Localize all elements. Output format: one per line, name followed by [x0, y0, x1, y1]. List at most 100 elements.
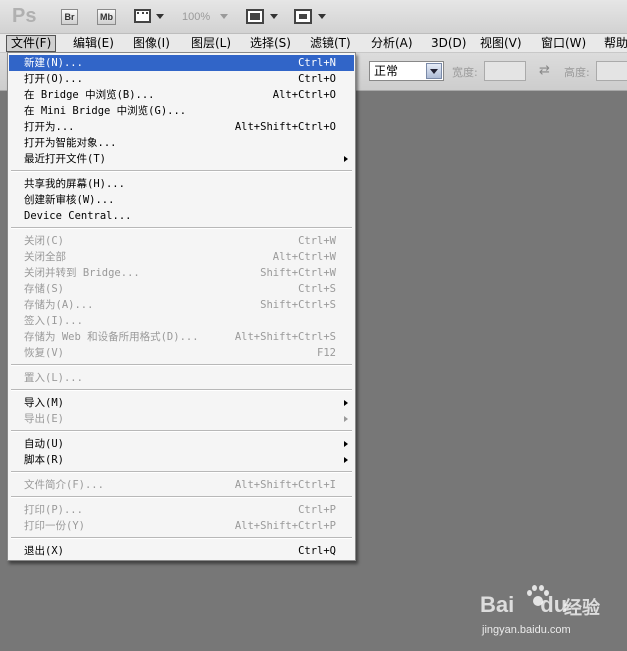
menu-item-label: 文件简介(F)...: [24, 479, 104, 491]
menu-item-save-for-web[interactable]: 存储为 Web 和设备所用格式(D)... Alt+Shift+Ctrl+S: [9, 329, 354, 345]
view-extras-icon[interactable]: [134, 9, 151, 23]
height-input[interactable]: [596, 61, 627, 81]
menu-separator: [11, 170, 352, 172]
menu-item-label: 恢复(V): [24, 347, 64, 359]
menu-item-label: 关闭全部: [24, 251, 66, 263]
menu-item-label: 打开为智能对象...: [24, 137, 117, 149]
menu-image[interactable]: 图像(I): [129, 35, 174, 52]
menu-item-automate[interactable]: 自动(U): [9, 436, 354, 452]
menu-item-label: 签入(I)...: [24, 315, 83, 327]
menu-item-label: 在 Mini Bridge 中浏览(G)...: [24, 105, 187, 117]
zoom-chevron-down-icon[interactable]: [220, 14, 228, 19]
menu-item-open[interactable]: 打开(O)... Ctrl+O: [9, 71, 354, 87]
menu-item-shortcut: Alt+Shift+Ctrl+I: [234, 479, 336, 491]
menu-item-label: 关闭并转到 Bridge...: [24, 267, 140, 279]
menu-item-shortcut: Alt+Ctrl+W: [272, 251, 336, 263]
menu-item-open-as[interactable]: 打开为... Alt+Shift+Ctrl+O: [9, 119, 354, 135]
menu-item-shortcut: Ctrl+Q: [298, 545, 336, 557]
menu-filter[interactable]: 滤镜(T): [306, 35, 355, 52]
menu-item-shortcut: F12: [317, 347, 336, 359]
menu-separator: [11, 389, 352, 391]
menu-item-check-in[interactable]: 签入(I)...: [9, 313, 354, 329]
swap-icon[interactable]: ⇄: [539, 63, 550, 78]
menu-item-shortcut: Shift+Ctrl+W: [260, 267, 336, 279]
watermark-brand-prefix: Bai: [480, 592, 515, 617]
launch-minibridge-button[interactable]: Mb: [97, 9, 116, 25]
menu-item-browse-bridge[interactable]: 在 Bridge 中浏览(B)... Alt+Ctrl+O: [9, 87, 354, 103]
arrange-documents-icon[interactable]: [246, 9, 264, 24]
menu-separator: [11, 227, 352, 229]
launch-bridge-button[interactable]: Br: [61, 9, 78, 25]
menu-item-shortcut: Alt+Shift+Ctrl+P: [234, 520, 336, 532]
menu-item-label: 置入(L)...: [24, 372, 83, 384]
menu-item-create-review[interactable]: 创建新审核(W)...: [9, 192, 354, 208]
menu-item-label: 最近打开文件(T): [24, 153, 106, 165]
menu-item-print-one-copy[interactable]: 打印一份(Y) Alt+Shift+Ctrl+P: [9, 518, 354, 534]
style-mode-select[interactable]: 正常: [369, 61, 444, 81]
menu-help[interactable]: 帮助: [600, 35, 627, 52]
submenu-arrow-icon: [344, 457, 348, 463]
menu-item-print[interactable]: 打印(P)... Ctrl+P: [9, 502, 354, 518]
menu-separator: [11, 364, 352, 366]
menu-item-label: 存储(S): [24, 283, 64, 295]
menu-item-label: 打印(P)...: [24, 504, 83, 516]
menu-item-shortcut: Ctrl+S: [298, 283, 336, 295]
width-label: 宽度:: [452, 66, 478, 79]
menu-item-open-smart-object[interactable]: 打开为智能对象...: [9, 135, 354, 151]
menu-view[interactable]: 视图(V): [476, 35, 526, 52]
menu-item-device-central[interactable]: Device Central...: [9, 208, 354, 224]
menu-item-save-as[interactable]: 存储为(A)... Shift+Ctrl+S: [9, 297, 354, 313]
screen-mode-chevron-down-icon[interactable]: [318, 14, 326, 19]
menu-item-close-all[interactable]: 关闭全部 Alt+Ctrl+W: [9, 249, 354, 265]
menu-select[interactable]: 选择(S): [246, 35, 295, 52]
menu-item-label: 自动(U): [24, 438, 64, 450]
menu-analysis[interactable]: 分析(A): [367, 35, 417, 52]
menu-item-label: 存储为 Web 和设备所用格式(D)...: [24, 331, 199, 343]
menu-item-file-info[interactable]: 文件简介(F)... Alt+Shift+Ctrl+I: [9, 477, 354, 493]
menu-item-shortcut: Shift+Ctrl+S: [260, 299, 336, 311]
menu-item-revert[interactable]: 恢复(V) F12: [9, 345, 354, 361]
paw-logo-icon: [524, 584, 550, 610]
menu-item-close[interactable]: 关闭(C) Ctrl+W: [9, 233, 354, 249]
menu-item-label: Device Central...: [24, 210, 132, 222]
width-input[interactable]: [484, 61, 526, 81]
screen-mode-icon[interactable]: [294, 9, 312, 24]
menu-item-label: 退出(X): [24, 545, 64, 557]
menu-item-save[interactable]: 存储(S) Ctrl+S: [9, 281, 354, 297]
menu-item-shortcut: Ctrl+O: [298, 73, 336, 85]
menu-item-import[interactable]: 导入(M): [9, 395, 354, 411]
arrange-chevron-down-icon[interactable]: [270, 14, 278, 19]
menu-separator: [11, 471, 352, 473]
menu-item-label: 存储为(A)...: [24, 299, 94, 311]
menu-separator: [11, 430, 352, 432]
menu-item-label: 打开为...: [24, 121, 75, 133]
menu-item-scripts[interactable]: 脚本(R): [9, 452, 354, 468]
height-label: 高度:: [564, 66, 590, 79]
menu-item-shortcut: Alt+Ctrl+O: [272, 89, 336, 101]
menu-item-label: 打开(O)...: [24, 73, 83, 85]
submenu-arrow-icon: [344, 416, 348, 422]
menu-item-recent-files[interactable]: 最近打开文件(T): [9, 151, 354, 167]
menu-item-place[interactable]: 置入(L)...: [9, 370, 354, 386]
menu-window[interactable]: 窗口(W): [537, 35, 590, 52]
menu-item-shortcut: Ctrl+P: [298, 504, 336, 516]
menu-edit[interactable]: 编辑(E): [69, 35, 118, 52]
menu-3d[interactable]: 3D(D): [427, 35, 470, 52]
menu-item-shortcut: Alt+Shift+Ctrl+O: [234, 121, 336, 133]
menu-item-export[interactable]: 导出(E): [9, 411, 354, 427]
menu-item-exit[interactable]: 退出(X) Ctrl+Q: [9, 543, 354, 559]
chevron-down-icon[interactable]: [156, 14, 164, 19]
watermark-cn-text: 经验: [564, 598, 600, 619]
menu-item-close-go-bridge[interactable]: 关闭并转到 Bridge... Shift+Ctrl+W: [9, 265, 354, 281]
submenu-arrow-icon: [344, 400, 348, 406]
menu-item-shortcut: Ctrl+W: [298, 235, 336, 247]
chevron-down-icon[interactable]: [426, 63, 442, 79]
menu-item-new[interactable]: 新建(N)... Ctrl+N: [9, 55, 354, 71]
zoom-level[interactable]: 100%: [182, 11, 210, 23]
menu-item-browse-minibridge[interactable]: 在 Mini Bridge 中浏览(G)...: [9, 103, 354, 119]
menu-item-label: 创建新审核(W)...: [24, 194, 115, 206]
submenu-arrow-icon: [344, 441, 348, 447]
menu-layer[interactable]: 图层(L): [187, 35, 235, 52]
menu-item-share-screen[interactable]: 共享我的屏幕(H)...: [9, 176, 354, 192]
menu-file[interactable]: 文件(F): [6, 35, 57, 52]
